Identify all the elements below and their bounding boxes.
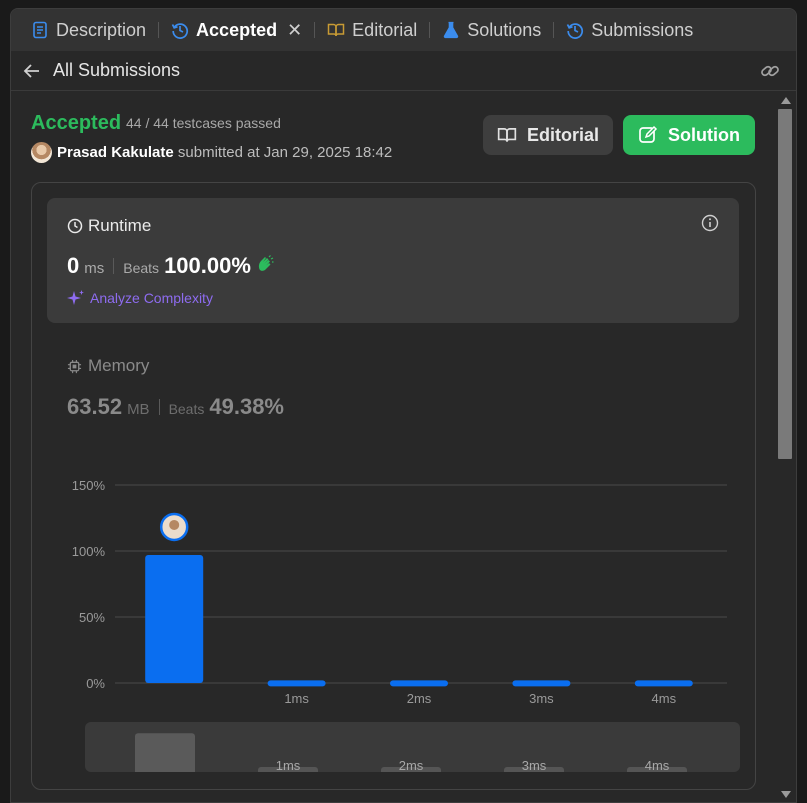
analyze-label: Analyze Complexity bbox=[90, 290, 213, 306]
divider bbox=[113, 258, 115, 274]
memory-beats: 49.38% bbox=[209, 394, 284, 419]
submission-panel: Description Accepted ✕ Editorial Solutio… bbox=[10, 8, 797, 803]
runtime-card[interactable]: Runtime 0 ms Beats 100.00% Analyze Compl… bbox=[47, 198, 739, 323]
chip-icon bbox=[67, 359, 82, 373]
x-tick-label: 2ms bbox=[407, 691, 432, 706]
scroll-up-arrow[interactable] bbox=[781, 97, 791, 104]
solution-button[interactable]: Solution bbox=[623, 115, 755, 155]
tab-divider bbox=[158, 22, 160, 38]
range-selector-chart[interactable]: 1ms 2ms 3ms 4ms bbox=[85, 722, 740, 772]
flask-icon bbox=[443, 21, 459, 39]
runtime-title: Runtime bbox=[67, 216, 151, 236]
runtime-values: 0 ms Beats 100.00% bbox=[67, 253, 274, 279]
sparkle-icon bbox=[67, 290, 84, 305]
memory-label: Memory bbox=[88, 356, 150, 375]
book-icon bbox=[327, 23, 345, 37]
editorial-button[interactable]: Editorial bbox=[483, 115, 613, 155]
tab-description[interactable]: Description bbox=[25, 9, 152, 51]
tab-label: Submissions bbox=[591, 19, 694, 40]
submitted-time: submitted at Jan 29, 2025 18:42 bbox=[177, 144, 393, 161]
beats-label: Beats bbox=[168, 401, 205, 417]
back-bar: All Submissions bbox=[11, 51, 796, 91]
mini-tick-label: 3ms bbox=[522, 758, 547, 772]
close-icon[interactable]: ✕ bbox=[287, 20, 302, 41]
edit-icon bbox=[639, 125, 658, 143]
submitted-by: Prasad Kakulate submitted at Jan 29, 202… bbox=[57, 144, 392, 161]
y-tick-label: 50% bbox=[79, 610, 105, 625]
scroll-down-arrow[interactable] bbox=[781, 791, 791, 798]
beats-label: Beats bbox=[123, 260, 160, 276]
y-tick-label: 0% bbox=[86, 676, 105, 691]
y-tick-label: 100% bbox=[72, 544, 106, 559]
history-icon bbox=[171, 23, 189, 39]
avatar[interactable] bbox=[31, 142, 52, 163]
divider bbox=[158, 399, 160, 415]
tab-divider bbox=[314, 22, 316, 38]
info-icon[interactable] bbox=[701, 214, 719, 232]
chart-bar[interactable] bbox=[267, 680, 326, 687]
x-tick-label: 4ms bbox=[652, 691, 677, 706]
mini-tick-label: 2ms bbox=[399, 758, 424, 772]
chart-bar[interactable] bbox=[390, 680, 448, 687]
y-tick-label: 150% bbox=[72, 478, 106, 493]
tab-label: Editorial bbox=[352, 19, 418, 40]
memory-value: 63.52 bbox=[67, 394, 123, 419]
runtime-value: 0 bbox=[67, 253, 80, 278]
runtime-beats: 100.00% bbox=[164, 253, 251, 278]
runtime-distribution-chart[interactable]: 150% 100% 50% 0% 1ms 2ms 3ms 4ms bbox=[57, 469, 747, 719]
memory-title[interactable]: Memory bbox=[67, 356, 149, 376]
tab-solutions[interactable]: Solutions bbox=[436, 9, 547, 51]
chart-bar[interactable] bbox=[512, 680, 571, 687]
history-icon bbox=[567, 23, 584, 39]
mini-tick-label: 1ms bbox=[276, 758, 301, 772]
tab-bar: Description Accepted ✕ Editorial Solutio… bbox=[11, 9, 796, 51]
submission-status: Accepted bbox=[31, 112, 122, 134]
tab-label: Accepted bbox=[196, 19, 278, 40]
avatar-face bbox=[169, 519, 180, 530]
memory-values: 63.52 MB Beats 49.38% bbox=[67, 394, 284, 420]
scrollbar-thumb[interactable] bbox=[778, 109, 792, 459]
editorial-button-label: Editorial bbox=[526, 124, 599, 145]
tab-editorial[interactable]: Editorial bbox=[321, 9, 423, 51]
tab-label: Description bbox=[56, 19, 147, 40]
book-icon bbox=[497, 128, 517, 142]
tab-submissions[interactable]: Submissions bbox=[560, 9, 699, 51]
solution-button-label: Solution bbox=[668, 124, 740, 145]
analyze-complexity-button[interactable]: Analyze Complexity bbox=[67, 289, 213, 307]
x-tick-label: 1ms bbox=[284, 691, 309, 706]
chart-bar[interactable] bbox=[634, 680, 693, 687]
mini-tick-label: 4ms bbox=[645, 758, 670, 772]
description-icon bbox=[33, 21, 47, 39]
chart-bar[interactable] bbox=[145, 554, 204, 683]
runtime-unit: ms bbox=[84, 260, 105, 277]
tab-divider bbox=[553, 22, 555, 38]
tab-label: Solutions bbox=[467, 19, 542, 40]
tab-accepted[interactable]: Accepted ✕ bbox=[165, 9, 308, 51]
testcases-passed: 44 / 44 testcases passed bbox=[126, 115, 281, 131]
link-icon[interactable] bbox=[760, 61, 780, 81]
mini-bar bbox=[135, 733, 195, 772]
x-tick-label: 3ms bbox=[529, 691, 554, 706]
clock-icon bbox=[67, 218, 83, 234]
all-submissions-link[interactable]: All Submissions bbox=[53, 60, 180, 81]
tab-divider bbox=[429, 22, 431, 38]
arrow-left-icon[interactable] bbox=[23, 62, 41, 80]
author-name[interactable]: Prasad Kakulate bbox=[57, 144, 174, 161]
runtime-label: Runtime bbox=[88, 216, 152, 235]
clap-icon bbox=[256, 255, 274, 278]
memory-unit: MB bbox=[127, 401, 150, 418]
